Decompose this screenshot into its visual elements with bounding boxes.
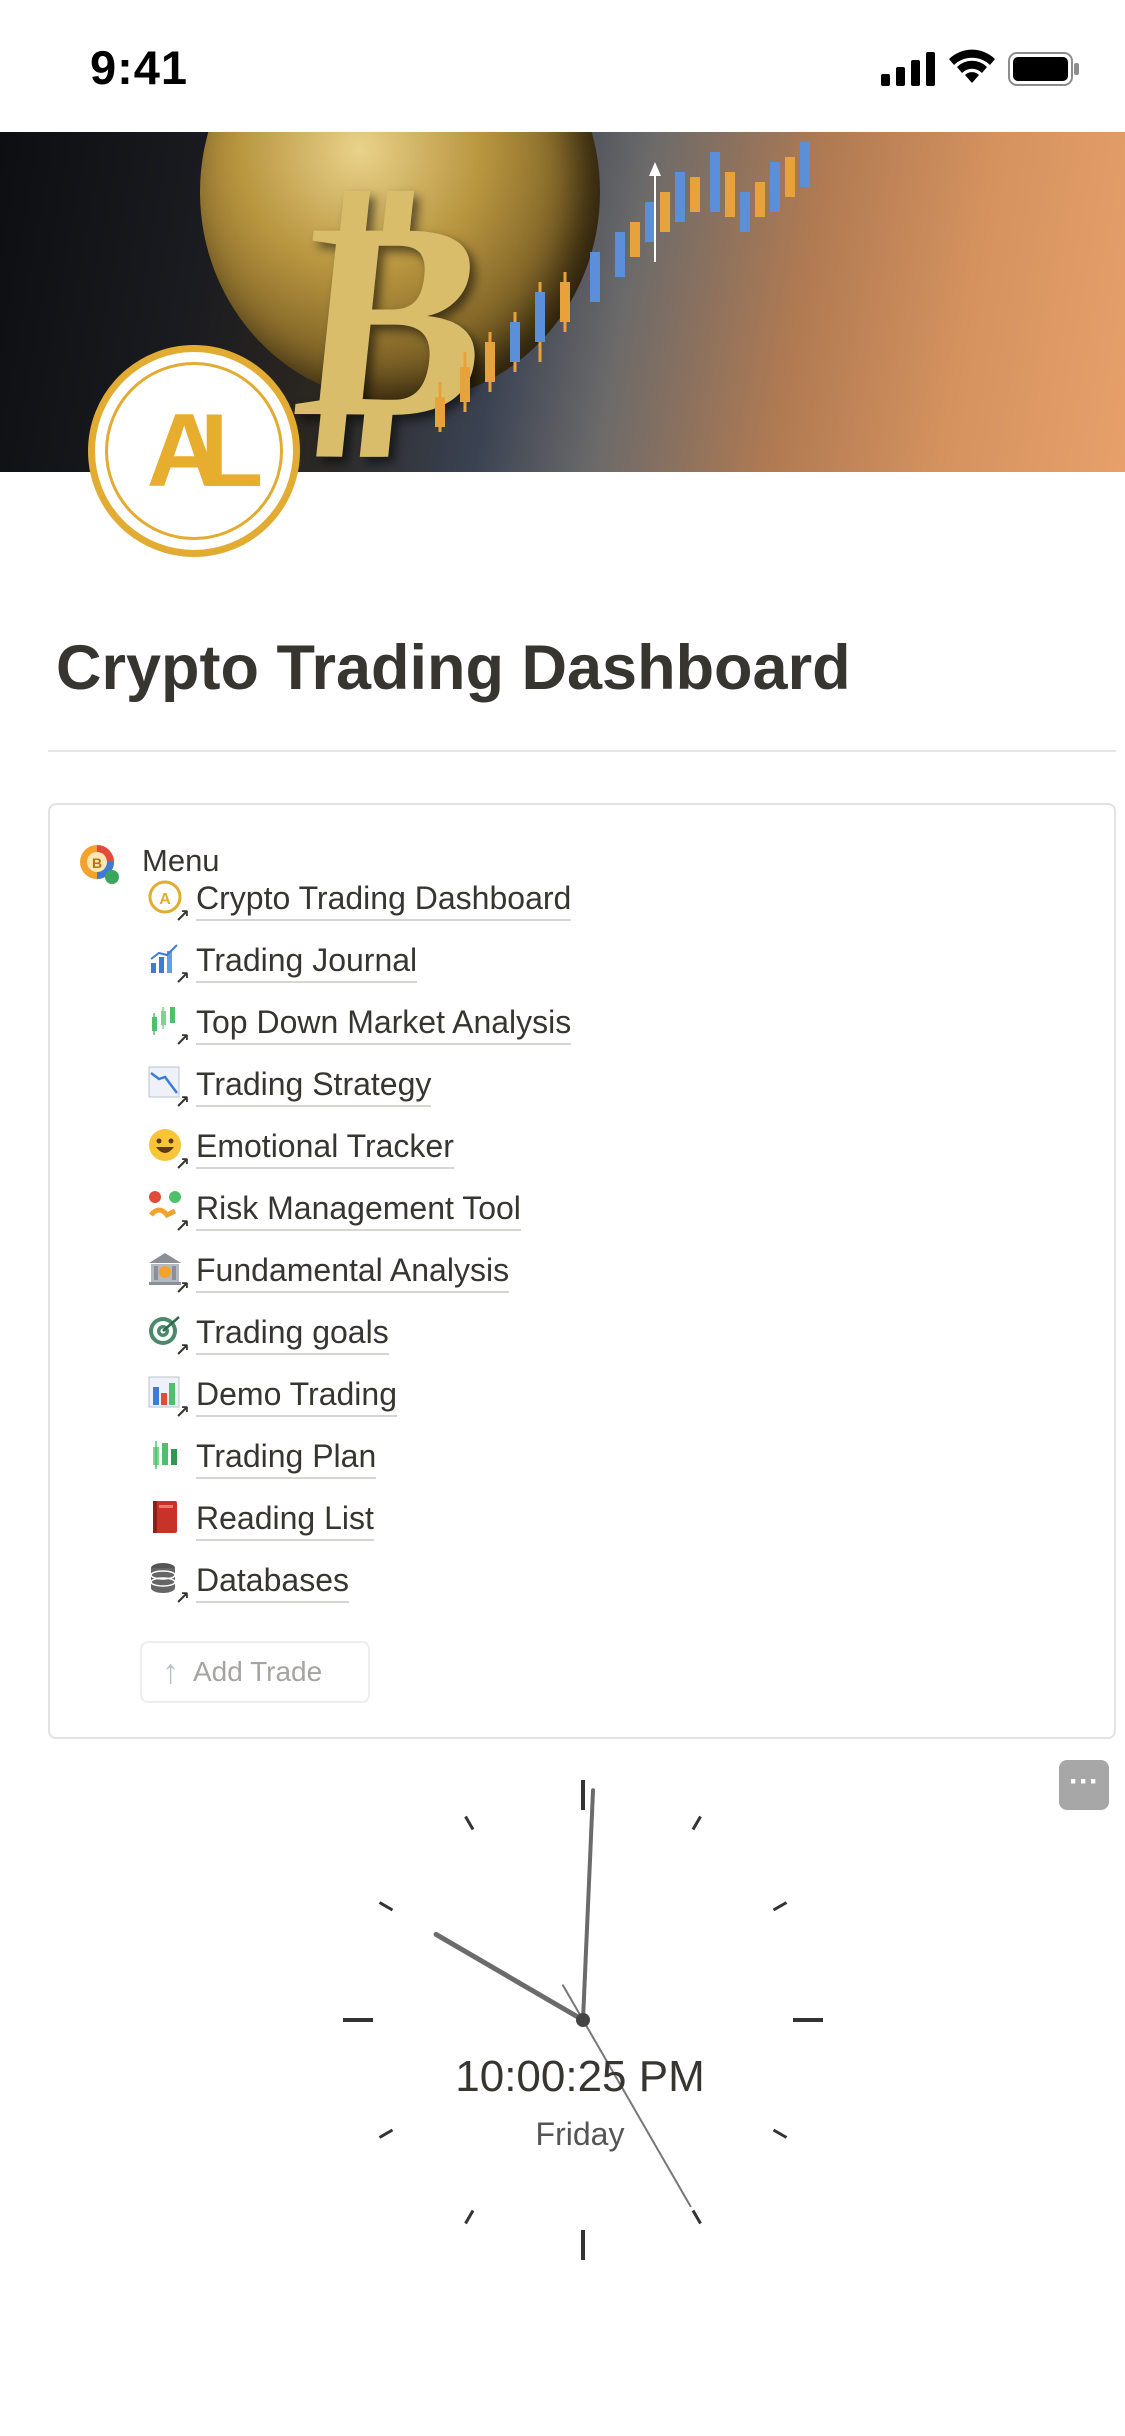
link-label: Top Down Market Analysis	[196, 1003, 572, 1045]
arrow-up-icon: ↑	[162, 1652, 179, 1691]
status-time: 9:41	[90, 41, 189, 94]
clock-tick	[378, 1901, 394, 1912]
clock-center-dot	[576, 2013, 590, 2027]
link-reading-list[interactable]: Reading List	[144, 1495, 374, 1545]
more-options-button[interactable]: ···	[1059, 1760, 1109, 1810]
candlestick-icon: ↗	[144, 1003, 190, 1049]
link-label: Crypto Trading Dashboard	[196, 879, 572, 921]
link-label: Fundamental Analysis	[196, 1251, 510, 1293]
clock-tick	[691, 2209, 702, 2225]
link-label: Emotional Tracker	[196, 1127, 454, 1169]
link-trading-strategy[interactable]: ↗ Trading Strategy	[144, 1061, 432, 1111]
cellular-signal-icon	[881, 52, 935, 86]
book-icon	[144, 1499, 186, 1541]
link-label: Risk Management Tool	[196, 1189, 521, 1231]
clock-hour-hand	[433, 1931, 586, 2023]
link-fundamental-analysis[interactable]: ↗ Fundamental Analysis	[144, 1247, 510, 1297]
svg-text:A: A	[159, 891, 171, 908]
link-label: Trading Journal	[196, 941, 418, 983]
svg-text:B: B	[92, 855, 102, 871]
link-risk-management-tool[interactable]: ↗ Risk Management Tool	[144, 1185, 521, 1235]
link-arrow-icon: ↗	[174, 1588, 190, 1608]
clock-tick	[691, 1815, 702, 1831]
link-arrow-icon: ↗	[174, 1154, 190, 1174]
link-arrow-icon: ↗	[174, 1402, 190, 1422]
link-label: Trading Plan	[196, 1437, 377, 1479]
link-trading-journal[interactable]: ↗ Trading Journal	[144, 937, 418, 987]
clock-tick	[464, 2209, 475, 2225]
link-trading-goals[interactable]: ↗ Trading goals	[144, 1309, 389, 1359]
candle-green-icon	[144, 1437, 186, 1479]
database-icon: ↗	[144, 1561, 190, 1607]
menu-callout: B Menu A ↗ Crypto Trading Dashboard ↗ Tr…	[48, 803, 1116, 1739]
link-label: Demo Trading	[196, 1375, 397, 1417]
link-arrow-icon: ↗	[174, 1216, 190, 1236]
link-emotional-tracker[interactable]: ↗ Emotional Tracker	[144, 1123, 454, 1173]
target-icon: ↗	[144, 1313, 190, 1359]
clock-tick	[772, 1901, 788, 1912]
bar-chart-color-icon: ↗	[144, 1375, 190, 1421]
title-divider	[48, 750, 1116, 752]
battery-icon	[1008, 52, 1079, 86]
status-bar: 9:41	[0, 0, 1125, 132]
candlestick-chart-graphic	[435, 142, 810, 432]
clock-day: Friday	[535, 2116, 625, 2152]
add-trade-label: Add Trade	[193, 1656, 323, 1687]
link-arrow-icon: ↗	[174, 1092, 190, 1112]
link-arrow-icon: ↗	[174, 1340, 190, 1360]
bitcoin-menu-icon: B	[80, 845, 119, 884]
page-logo[interactable]: AL	[88, 345, 300, 557]
link-arrow-icon: ↗	[174, 968, 190, 988]
logo-text: AL	[146, 393, 264, 509]
link-databases[interactable]: ↗ Databases	[144, 1557, 349, 1607]
link-arrow-icon: ↗	[174, 1278, 190, 1298]
link-arrow-icon: ↗	[174, 1030, 190, 1050]
bank-icon: ↗	[144, 1251, 190, 1297]
risk-icon: ↗	[144, 1189, 190, 1235]
analog-clock	[343, 1780, 823, 2260]
clock-tick	[464, 1815, 475, 1831]
link-crypto-trading-dashboard[interactable]: A ↗ Crypto Trading Dashboard	[144, 875, 572, 925]
clock-time: 10:00:25 PM	[455, 2052, 705, 2101]
link-arrow-icon: ↗	[174, 906, 190, 926]
link-label: Databases	[196, 1561, 349, 1603]
link-trading-plan[interactable]: Trading Plan	[144, 1433, 377, 1483]
link-label: Reading List	[196, 1499, 374, 1541]
menu-label: Menu	[142, 843, 220, 878]
clock-minute-hand	[581, 1788, 596, 2022]
wifi-icon	[949, 49, 995, 83]
add-trade-button[interactable]: ↑ Add Trade	[140, 1641, 370, 1703]
chart-decreasing-icon: ↗	[144, 1065, 190, 1111]
smiley-icon: ↗	[144, 1127, 190, 1173]
bar-chart-icon: ↗	[144, 941, 190, 987]
link-label: Trading goals	[196, 1313, 389, 1355]
page-title: Crypto Trading Dashboard	[56, 633, 851, 703]
link-demo-trading[interactable]: ↗ Demo Trading	[144, 1371, 397, 1421]
link-label: Trading Strategy	[196, 1065, 432, 1107]
al-logo-icon: A ↗	[144, 879, 190, 925]
link-top-down-market-analysis[interactable]: ↗ Top Down Market Analysis	[144, 999, 572, 1049]
